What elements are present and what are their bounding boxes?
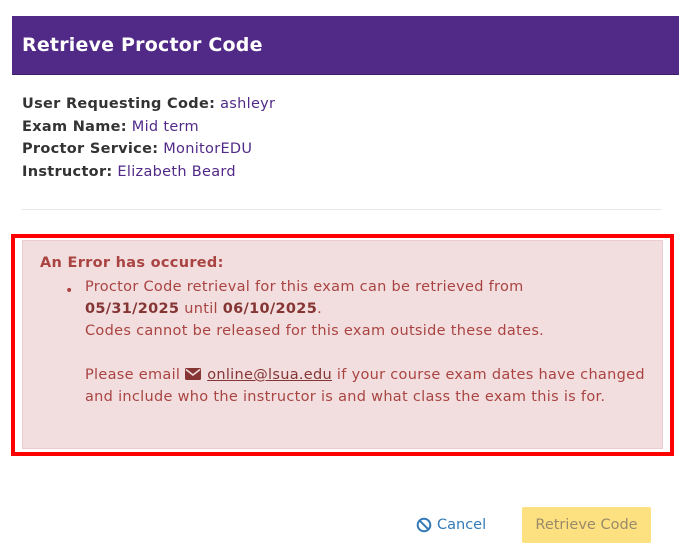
- error-heading: An Error has occured:: [40, 255, 224, 271]
- envelope-icon: [185, 365, 202, 380]
- cancel-label: Cancel: [437, 517, 487, 533]
- please-email-text: Please email: [85, 367, 181, 383]
- user-label: User Requesting Code:: [22, 96, 216, 112]
- instructor-value: Elizabeth Beard: [117, 163, 236, 180]
- email-paragraph: Please email online@lsua.edu if your cou…: [85, 364, 645, 408]
- request-info: User Requesting Code: ashleyr Exam Name:…: [22, 93, 275, 183]
- exam-row: Exam Name: Mid term: [22, 116, 275, 139]
- user-row: User Requesting Code: ashleyr: [22, 93, 275, 116]
- error-line-1: Proctor Code retrieval for this exam can…: [85, 276, 645, 298]
- error-line-1-text: Proctor Code retrieval for this exam can…: [85, 279, 524, 295]
- error-alert: An Error has occured: • Proctor Code ret…: [22, 240, 663, 449]
- end-date: 06/10/2025: [222, 301, 318, 317]
- dialog-title: Retrieve Proctor Code: [22, 34, 263, 56]
- error-line-3: Codes cannot be released for this exam o…: [85, 323, 545, 339]
- until-word: until: [184, 301, 218, 317]
- service-row: Proctor Service: MonitorEDU: [22, 138, 275, 161]
- ban-icon: [416, 517, 432, 533]
- error-line-2: 05/31/2025 until 06/10/2025.: [85, 298, 645, 320]
- user-value: ashleyr: [220, 96, 276, 112]
- start-date: 05/31/2025: [85, 301, 180, 317]
- cancel-button[interactable]: Cancel: [408, 507, 498, 543]
- period: .: [317, 301, 323, 317]
- exam-label: Exam Name:: [22, 118, 127, 135]
- instructor-label: Instructor:: [22, 163, 113, 180]
- email-link[interactable]: online@lsua.edu: [207, 367, 332, 383]
- retrieve-label: Retrieve Code: [535, 517, 638, 533]
- service-label: Proctor Service:: [22, 141, 159, 157]
- service-value: MonitorEDU: [163, 141, 253, 157]
- instructor-row: Instructor: Elizabeth Beard: [22, 161, 275, 184]
- dialog-header: Retrieve Proctor Code: [12, 16, 679, 75]
- exam-value: Mid term: [131, 118, 199, 135]
- error-message: Proctor Code retrieval for this exam can…: [85, 276, 645, 408]
- divider: [22, 209, 662, 210]
- retrieve-code-button[interactable]: Retrieve Code: [522, 507, 651, 543]
- bullet-icon: •: [65, 283, 74, 299]
